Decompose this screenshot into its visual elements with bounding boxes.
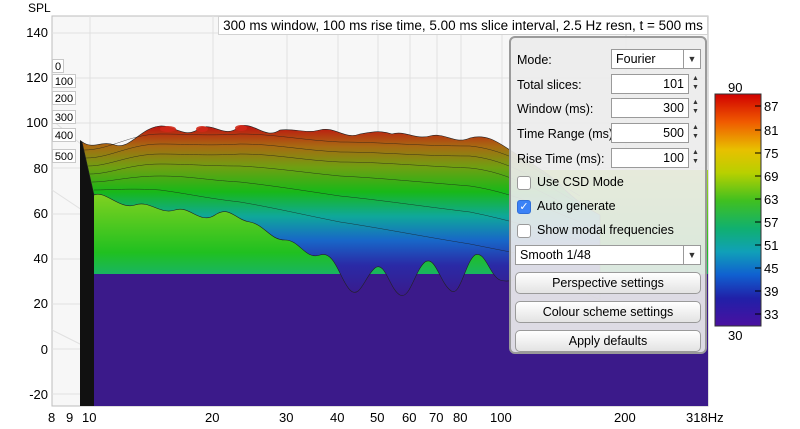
y-tick: 20 <box>33 296 48 311</box>
y-tick: 80 <box>33 161 48 176</box>
mode-value: Fourier <box>616 52 656 66</box>
chevron-down-icon: ▼ <box>683 246 700 264</box>
perspective-settings-button[interactable]: Perspective settings <box>515 272 701 294</box>
y-tick: 0 <box>40 342 48 357</box>
x-tick: 10 <box>82 410 97 425</box>
stepper-icon[interactable]: ▲ ▼ <box>691 148 700 168</box>
x-tick: 8 <box>48 410 56 425</box>
x-tick: 100 <box>490 410 512 425</box>
auto-generate-label: Auto generate <box>537 199 616 213</box>
x-tick: 40 <box>330 410 345 425</box>
scale-label: 81 <box>764 123 779 138</box>
auto-generate-checkbox[interactable]: ✓ <box>517 200 531 214</box>
scale-label: 39 <box>764 284 779 299</box>
rise-time-input[interactable] <box>611 148 689 168</box>
x-tick: 60 <box>402 410 417 425</box>
x-tick: 318Hz <box>686 410 724 425</box>
show-modal-label: Show modal frequencies <box>537 223 674 237</box>
z-tick: 200 <box>52 91 76 105</box>
scale-top-label: 90 <box>728 80 743 95</box>
y-axis-label: SPL <box>28 1 51 15</box>
window-label: Window (ms): <box>517 102 594 116</box>
y-tick: 40 <box>33 251 48 266</box>
stepper-icon[interactable]: ▲ ▼ <box>691 123 700 143</box>
checkmark-icon: ✓ <box>519 201 529 213</box>
total-slices-label: Total slices: <box>517 78 582 92</box>
mode-label: Mode: <box>517 53 552 67</box>
use-csd-label: Use CSD Mode <box>537 175 624 189</box>
stepper-icon[interactable]: ▲ ▼ <box>691 74 700 94</box>
time-range-label: Time Range (ms): <box>517 127 617 141</box>
z-tick: 0 <box>52 59 64 73</box>
time-range-input[interactable] <box>611 123 689 143</box>
use-csd-checkbox[interactable] <box>517 176 531 190</box>
x-tick: 70 <box>429 410 444 425</box>
window-input[interactable] <box>611 98 689 118</box>
stepper-icon[interactable]: ▲ ▼ <box>691 98 700 118</box>
show-modal-checkbox[interactable] <box>517 224 531 238</box>
scale-label: 75 <box>764 146 779 161</box>
scale-label: 45 <box>764 261 779 276</box>
apply-defaults-button[interactable]: Apply defaults <box>515 330 701 352</box>
scale-label: 63 <box>764 192 779 207</box>
scale-label: 33 <box>764 307 779 322</box>
x-tick: 200 <box>614 410 636 425</box>
total-slices-input[interactable] <box>611 74 689 94</box>
y-tick: 100 <box>26 115 48 130</box>
x-tick: 20 <box>205 410 220 425</box>
smoothing-select[interactable]: Smooth 1/48 ▼ <box>515 245 701 265</box>
z-tick: 400 <box>52 128 76 142</box>
z-tick: 500 <box>52 149 76 163</box>
y-tick: 120 <box>26 70 48 85</box>
y-tick: 60 <box>33 206 48 221</box>
scale-label: 51 <box>764 238 779 253</box>
scale-label: 57 <box>764 215 779 230</box>
plot-title: 300 ms window, 100 ms rise time, 5.00 ms… <box>218 16 708 35</box>
chevron-down-icon: ▼ <box>683 50 700 68</box>
mode-select[interactable]: Fourier ▼ <box>611 49 701 69</box>
colour-scheme-settings-button[interactable]: Colour scheme settings <box>515 301 701 323</box>
z-tick: 300 <box>52 110 76 124</box>
scale-label: 69 <box>764 169 779 184</box>
y-tick: 140 <box>26 25 48 40</box>
x-tick: 50 <box>370 410 385 425</box>
scale-bottom-label: 30 <box>728 328 743 343</box>
colour-scale-bar <box>714 93 762 327</box>
smoothing-value: Smooth 1/48 <box>520 248 591 262</box>
x-tick: 80 <box>453 410 468 425</box>
rise-time-label: Rise Time (ms): <box>517 152 605 166</box>
x-tick: 9 <box>66 410 74 425</box>
waterfall-settings-panel: Mode: Fourier ▼ Total slices: ▲▼ Window … <box>509 36 707 354</box>
z-tick: 100 <box>52 74 76 88</box>
y-tick: -20 <box>29 387 48 402</box>
x-tick: 30 <box>279 410 294 425</box>
scale-label: 87 <box>764 99 779 114</box>
